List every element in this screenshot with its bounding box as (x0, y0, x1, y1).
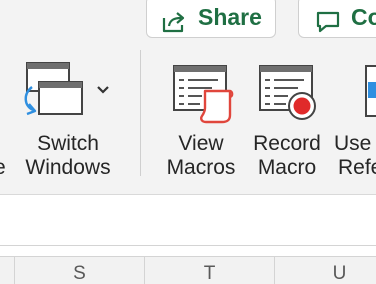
column-header-t[interactable]: T (144, 257, 274, 284)
column-header-s[interactable]: S (14, 257, 144, 284)
switch-windows-label-line2: Windows (25, 156, 111, 179)
share-icon (161, 6, 189, 37)
switch-windows-icon (20, 60, 86, 129)
view-macros-label-line2: Macros (166, 156, 236, 179)
formula-bar-area[interactable] (0, 195, 376, 246)
use-relative-references-label-line1: Use (334, 132, 372, 155)
use-relative-references-icon (364, 64, 376, 123)
column-headers: S T U (0, 256, 376, 284)
record-macro-icon (258, 64, 320, 129)
record-macro-button[interactable]: Record Macro (246, 50, 328, 180)
column-header-u-label: U (332, 263, 347, 284)
column-header-s-label: S (73, 263, 86, 284)
chevron-down-icon[interactable] (96, 82, 110, 100)
view-macros-button[interactable]: View Macros (160, 50, 242, 180)
share-label: Share (198, 4, 262, 30)
use-relative-references-button[interactable]: Use Refe (332, 50, 376, 180)
ribbon-group-separator (140, 50, 141, 176)
switch-windows-label-line1: Switch (37, 132, 99, 155)
column-header-t-label: T (203, 263, 216, 284)
switch-windows-button[interactable]: Switch Windows (0, 50, 140, 180)
excel-view-ribbon-screen: Share Co e (0, 0, 376, 284)
column-header-u[interactable]: U (274, 257, 376, 284)
comments-label: Co (351, 4, 376, 30)
record-macro-label-line2: Macro (257, 156, 317, 179)
view-macros-icon (172, 64, 234, 129)
ribbon: Share Co e (0, 0, 376, 195)
comment-icon (315, 6, 341, 37)
comments-button[interactable]: Co (298, 0, 376, 38)
view-macros-label-line1: View (178, 132, 224, 155)
use-relative-references-label-line2: Refe (338, 156, 376, 179)
share-button[interactable]: Share (146, 0, 276, 38)
record-macro-label-line1: Record (253, 132, 321, 155)
